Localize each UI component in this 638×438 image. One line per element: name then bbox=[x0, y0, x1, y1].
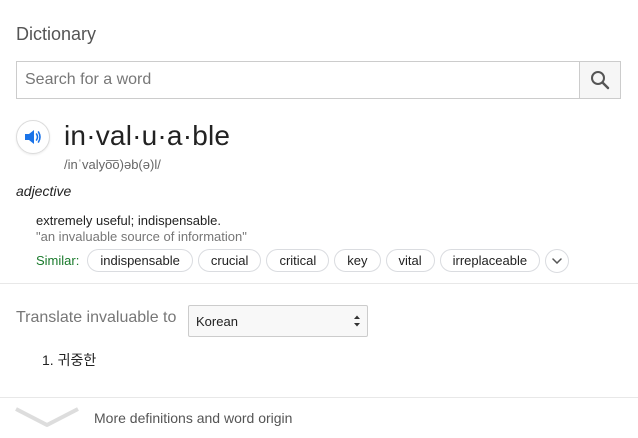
speaker-icon bbox=[25, 130, 41, 144]
similar-chip-crucial[interactable]: crucial bbox=[197, 249, 262, 272]
search-button[interactable] bbox=[579, 62, 620, 98]
search-box bbox=[16, 61, 621, 99]
headword: in·val·u·a·ble bbox=[64, 120, 231, 151]
phonetic-text: /inˈvalyo͞o)əb(ə)l/ bbox=[64, 157, 161, 172]
more-definitions-label: More definitions and word origin bbox=[94, 410, 293, 426]
chevron-down-icon bbox=[552, 257, 562, 264]
expand-similar-button[interactable] bbox=[545, 248, 570, 273]
language-select[interactable]: Korean bbox=[188, 305, 368, 337]
part-of-speech: adjective bbox=[16, 183, 72, 199]
translation-result: 1. 귀중한 bbox=[42, 352, 97, 368]
divider bbox=[0, 283, 638, 284]
more-definitions-link[interactable]: More definitions and word origin bbox=[0, 398, 638, 438]
translate-label: Translate invaluable to bbox=[16, 309, 177, 326]
similar-chip-indispensable[interactable]: indispensable bbox=[87, 249, 193, 272]
similar-label: Similar: bbox=[36, 253, 80, 268]
select-arrows-icon bbox=[354, 315, 360, 327]
similar-chip-key[interactable]: key bbox=[334, 249, 381, 272]
definition-text: extremely useful; indispensable. bbox=[36, 213, 221, 228]
similar-chip-vital[interactable]: vital bbox=[385, 249, 435, 272]
dictionary-card: Dictionary in·val·u·a·ble /inˈvalyo͞o)əb… bbox=[0, 0, 638, 438]
search-icon bbox=[591, 71, 610, 90]
search-input[interactable] bbox=[17, 62, 581, 98]
example-text: "an invaluable source of information" bbox=[36, 229, 247, 244]
pronounce-button[interactable] bbox=[16, 120, 50, 154]
similar-chip-critical[interactable]: critical bbox=[266, 249, 330, 272]
similar-words-row: Similar: indispensable crucial critical … bbox=[36, 248, 570, 273]
card-title: Dictionary bbox=[16, 24, 97, 44]
language-select-value: Korean bbox=[196, 313, 238, 329]
similar-chip-irreplaceable[interactable]: irreplaceable bbox=[439, 249, 541, 272]
chevron-down-icon bbox=[15, 407, 79, 427]
